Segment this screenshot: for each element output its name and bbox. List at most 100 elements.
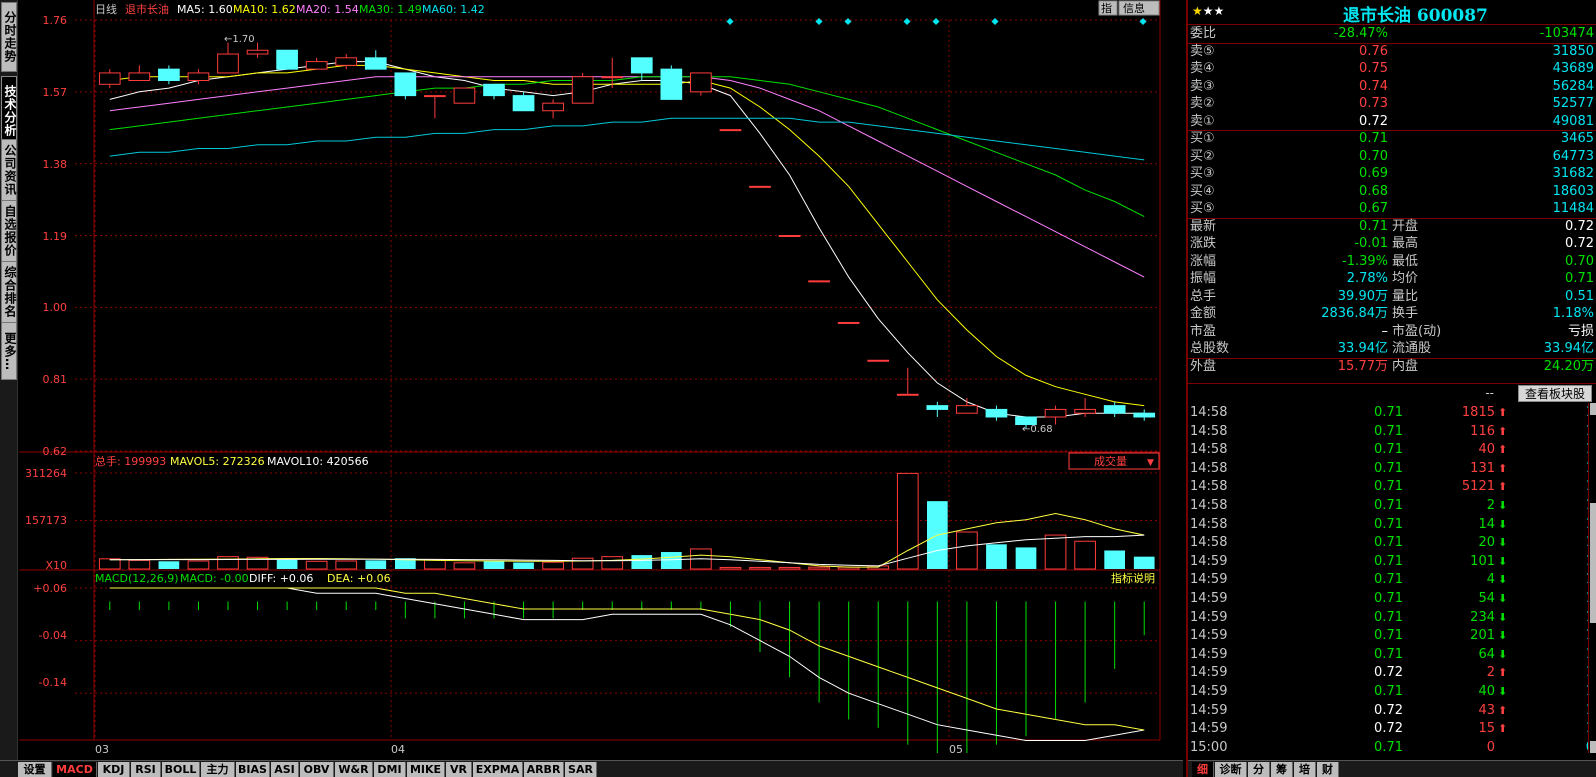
bid-row[interactable]: 买③ 0.69 31682: [1188, 165, 1596, 183]
tick-row: 14:59 0.71 201 ⬇ 1: [1188, 627, 1596, 646]
candle-body: [512, 95, 535, 112]
tick-volume: 54: [1478, 591, 1495, 606]
ask-volume: 56284: [1552, 78, 1594, 94]
indicator-tab[interactable]: BIAS: [236, 762, 270, 777]
stat-label: 开盘: [1392, 218, 1419, 234]
bid-row[interactable]: 买⑤ 0.67 11484: [1188, 200, 1596, 218]
volume-header: 总手: 199993 MAVOL5: 272326 MAVOL10: 42056…: [95, 454, 369, 468]
indicator-tab[interactable]: KDJ: [98, 762, 130, 777]
candle-body: [394, 72, 417, 97]
vtab-gongsi[interactable]: 公司资讯: [1, 139, 17, 201]
bid-row[interactable]: 买② 0.70 64773: [1188, 148, 1596, 166]
indicator-tab[interactable]: ARBR: [524, 762, 564, 777]
tick-scrollbar[interactable]: [1588, 403, 1596, 753]
ask-row[interactable]: 卖② 0.73 52577: [1188, 95, 1596, 113]
weibi-value: -103474: [1539, 26, 1594, 41]
bid-volume: 11484: [1552, 201, 1594, 216]
info-button[interactable]: 信息: [1118, 0, 1160, 16]
indicator-tab[interactable]: OBV: [300, 762, 334, 777]
tick-price: 0.71: [1374, 516, 1403, 532]
tick-price: 0.71: [1374, 609, 1403, 625]
tick-row: 14:59 0.71 40 ⬇ 1: [1188, 683, 1596, 702]
tick-row: 14:58 0.71 20 ⬇ 1: [1188, 534, 1596, 553]
indicator-tab[interactable]: SAR: [565, 762, 597, 777]
vtab-zonghe[interactable]: 综合排名: [1, 261, 17, 323]
ask-row[interactable]: 卖④ 0.75 43689: [1188, 60, 1596, 78]
volume-bar: [453, 562, 476, 570]
volume-bar: [1104, 550, 1126, 569]
indicator-tab[interactable]: RSI: [131, 762, 161, 777]
quote-tab[interactable]: 分: [1248, 762, 1270, 777]
stat-value: 2836.84万: [1321, 306, 1388, 321]
arrow-down-icon: ⬇: [1498, 554, 1508, 568]
chart-svg[interactable]: 1.76 1.57 1.38 1.19 1.00 0.81 0.62 31126…: [19, 0, 1183, 760]
indicator-tab[interactable]: 主力: [201, 762, 235, 777]
quote-tab-label: 培: [1299, 763, 1310, 776]
bid-row[interactable]: 买④ 0.68 18603: [1188, 183, 1596, 201]
quote-tab[interactable]: 财: [1317, 762, 1339, 777]
vtab-jishu[interactable]: 技术分析: [1, 76, 17, 146]
ask-label: 卖⑤: [1190, 43, 1215, 59]
scroll-down-icon[interactable]: [1590, 741, 1596, 753]
ask-row[interactable]: 卖③ 0.74 56284: [1188, 78, 1596, 96]
scroll-up-icon[interactable]: [1590, 403, 1596, 415]
vtab-fenshi[interactable]: 分时走势: [1, 2, 17, 72]
tick-volume: 43: [1478, 702, 1495, 718]
view-sector-stocks-button[interactable]: 查看板块股: [1517, 385, 1592, 402]
indicator-tab-label: DMI: [377, 763, 402, 776]
candle-body: [630, 57, 653, 74]
tick-row: 14:58 0.71 1815 ⬆ 1: [1188, 404, 1596, 423]
candle-body: [128, 72, 151, 81]
diff-label: DIFF: +0.06: [249, 572, 313, 585]
indicator-tab[interactable]: EXPMA: [473, 762, 523, 777]
price-tick-label: 1.57: [43, 86, 68, 99]
zhi-button[interactable]: 指: [1098, 0, 1118, 16]
stat-value: –: [1381, 323, 1389, 339]
scroll-thumb[interactable]: [1590, 503, 1596, 623]
quote-tab[interactable]: 培: [1294, 762, 1316, 777]
quote-tab-label: 财: [1322, 763, 1333, 776]
bid-volume: 64773: [1552, 148, 1594, 164]
quote-tab[interactable]: 细: [1192, 762, 1214, 777]
quote-tab[interactable]: 筹: [1271, 762, 1293, 777]
arrow-up-icon: ⬆: [1498, 666, 1508, 680]
vtab-zixuan[interactable]: 自选报价: [1, 200, 17, 262]
vtab-label: 公司资讯: [3, 144, 17, 196]
arrow-down-icon: ⬇: [1498, 685, 1508, 698]
ma30-label: MA30: 1.49: [359, 3, 422, 16]
indicator-tab[interactable]: ASI: [271, 762, 299, 777]
weibi-label: 委比: [1190, 26, 1217, 41]
volume-bar: [601, 556, 624, 570]
bid-label: 买①: [1190, 131, 1215, 146]
arrow-down-icon: ⬇: [1498, 536, 1508, 550]
indicator-tab[interactable]: BOLL: [162, 762, 200, 777]
tick-row: 14:59 0.71 54 ⬇ 1: [1188, 590, 1596, 609]
ask-row[interactable]: 卖⑤ 0.76 31850: [1188, 43, 1596, 61]
indicator-tab[interactable]: MIKE: [407, 762, 445, 777]
ask-row[interactable]: 卖① 0.72 49081: [1188, 113, 1596, 131]
vtab-label: 技术分析: [3, 85, 17, 137]
candle-body: [1044, 408, 1067, 418]
indicator-tab-label: MACD: [56, 763, 93, 776]
indicator-help-button[interactable]: 指标说明: [1107, 571, 1159, 586]
candle-body: [335, 57, 358, 66]
tick-volume: 201: [1470, 628, 1495, 644]
tick-time: 14:59: [1190, 572, 1228, 588]
volume-bar: [1133, 556, 1155, 569]
rating-stars: ★★★: [1192, 4, 1224, 18]
volume-dropdown[interactable]: 成交量 ▼: [1068, 452, 1160, 470]
candle-body: [601, 76, 624, 79]
stock-name-label: 退市长油: [125, 2, 169, 16]
indicator-tab[interactable]: DMI: [374, 762, 406, 777]
tick-row: 14:59 0.72 15 ⬆ 1: [1188, 720, 1596, 739]
vtab-more[interactable]: 更多…: [1, 322, 17, 380]
indicator-tab[interactable]: VR: [446, 762, 472, 777]
indicator-tab[interactable]: 设置: [18, 762, 52, 777]
indicator-tab[interactable]: W&R: [335, 762, 373, 777]
quote-tab[interactable]: 诊断: [1215, 762, 1247, 777]
bid-price: 0.68: [1359, 183, 1388, 199]
date-label: 05: [949, 743, 963, 756]
chart-area[interactable]: 1.76 1.57 1.38 1.19 1.00 0.81 0.62 31126…: [19, 0, 1183, 760]
bid-row[interactable]: 买① 0.71 3465: [1188, 130, 1596, 148]
indicator-tab[interactable]: MACD: [53, 762, 97, 777]
